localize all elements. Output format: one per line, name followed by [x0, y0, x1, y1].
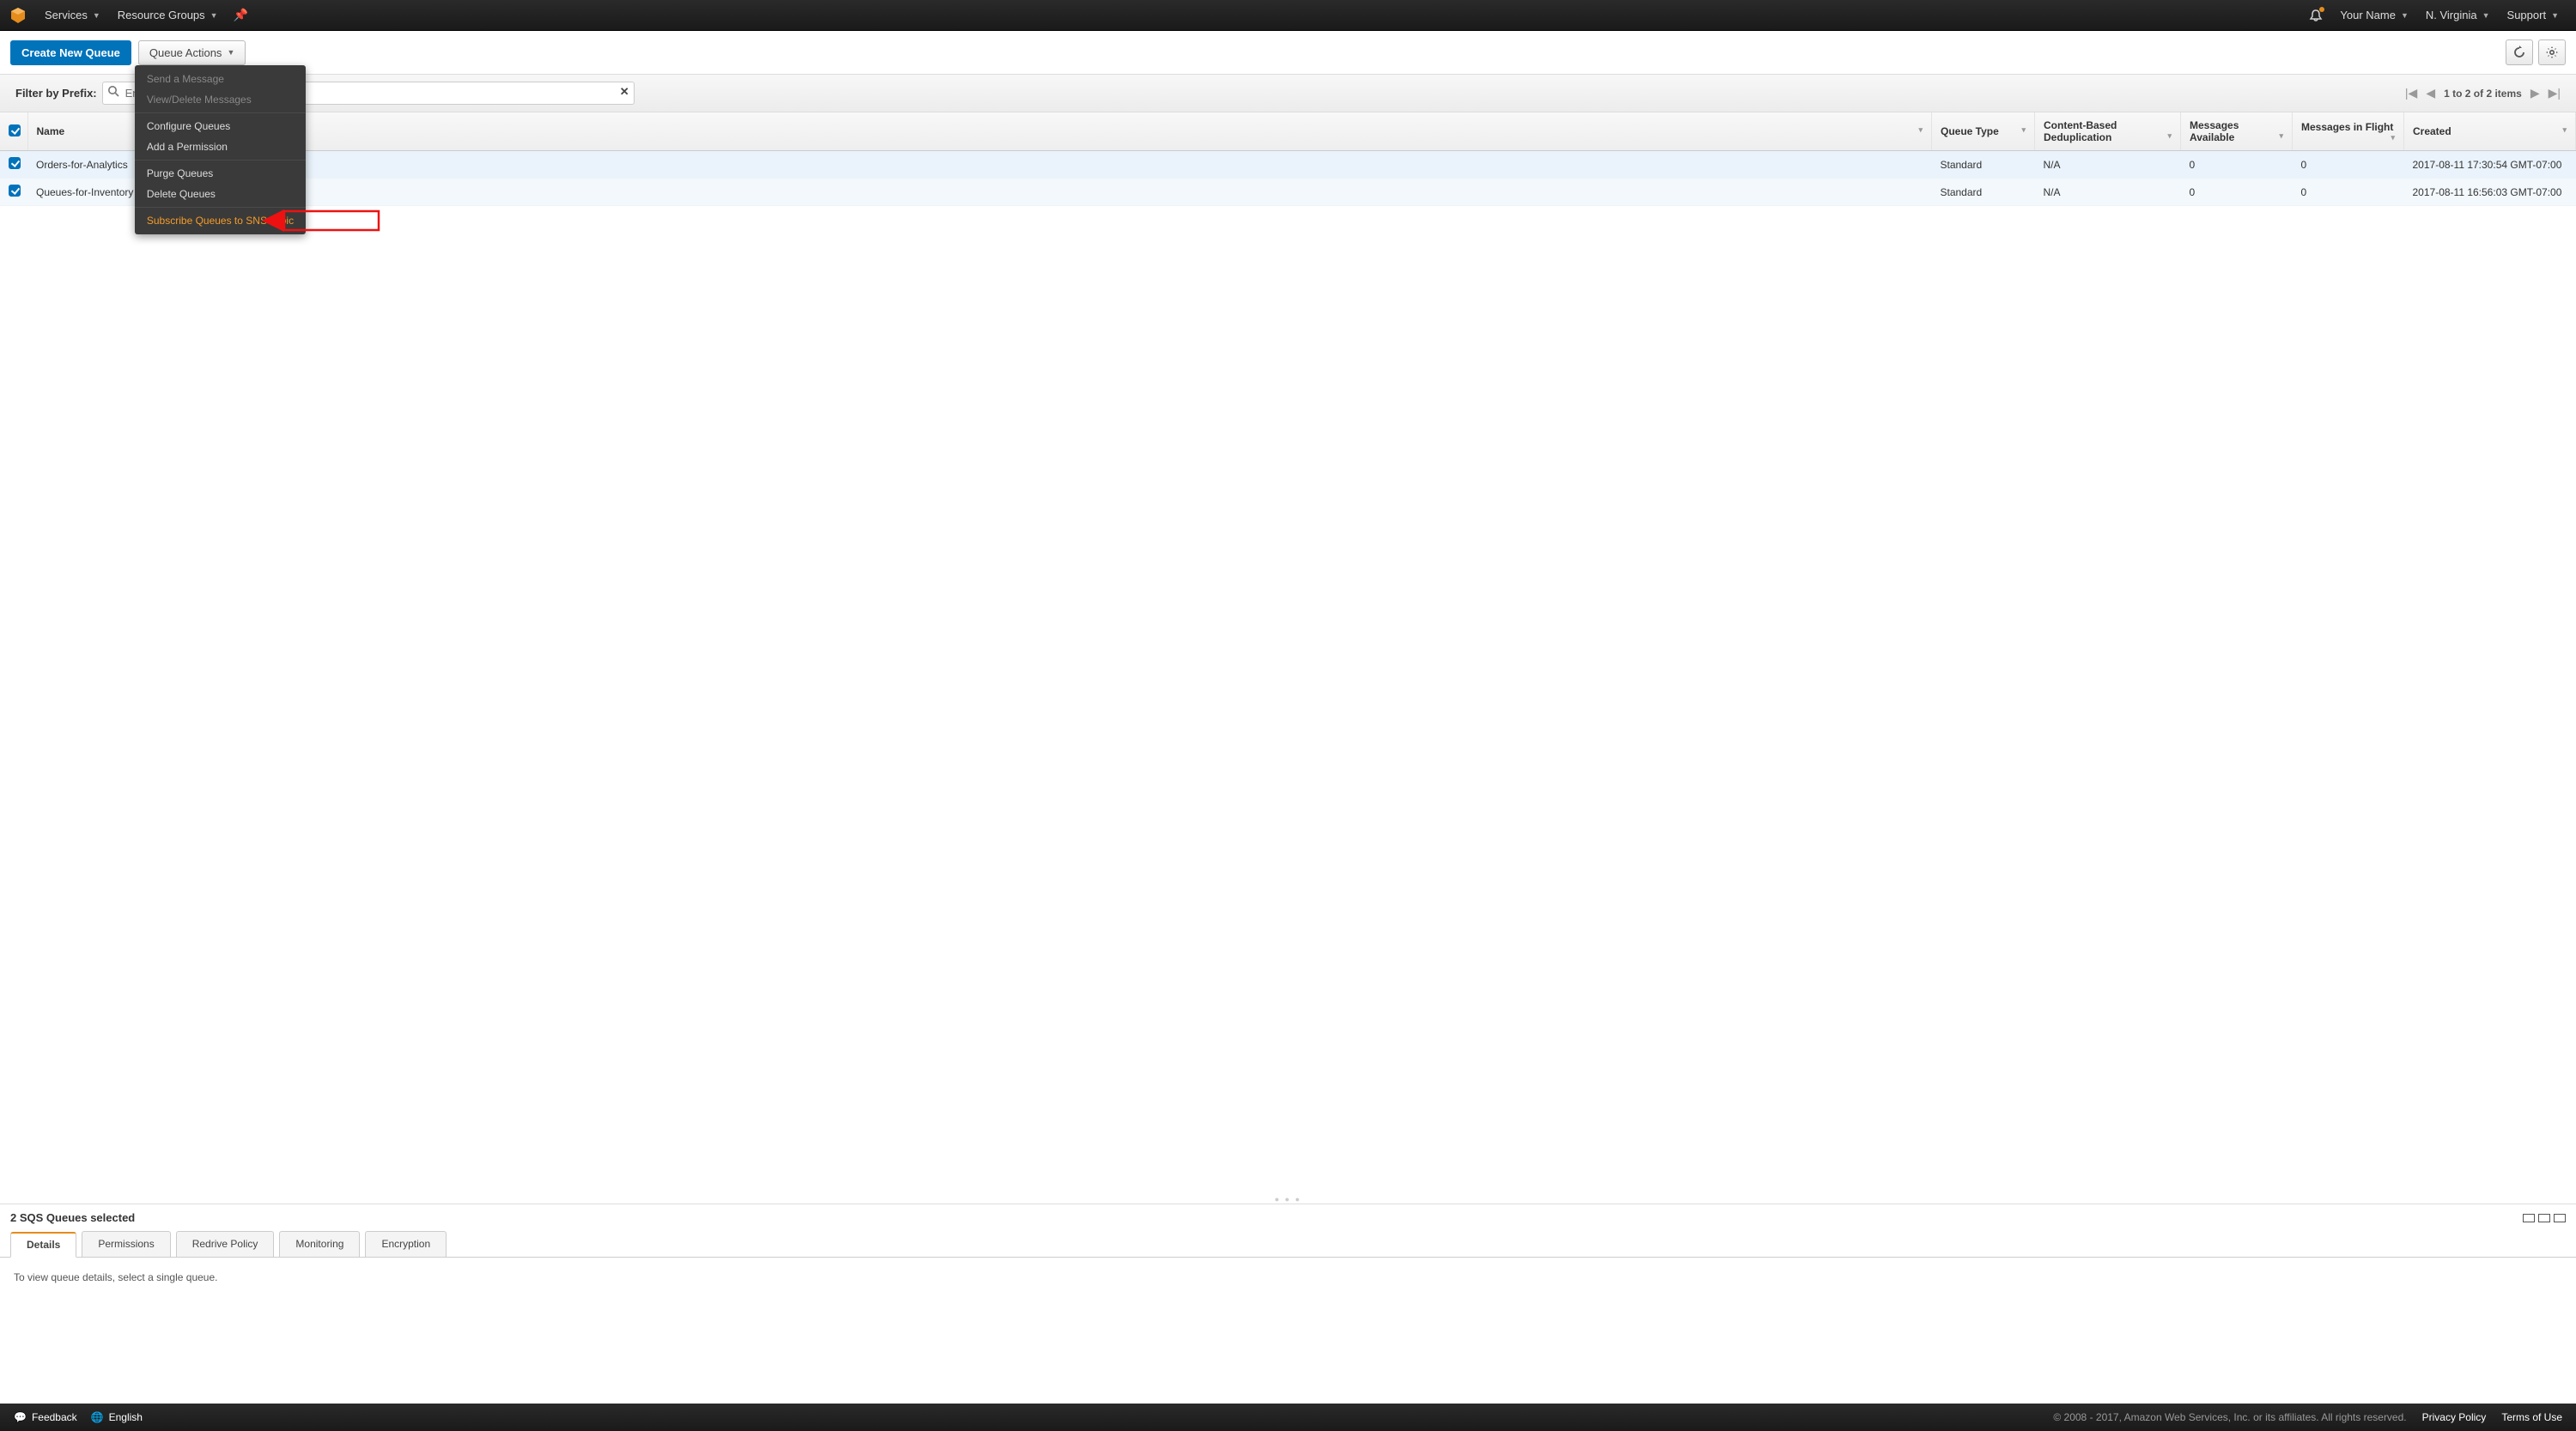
footer: 💬 Feedback 🌐 English © 2008 - 2017, Amaz… — [0, 1404, 2576, 1431]
menu-separator — [135, 160, 306, 161]
selection-count-label: 2 SQS Queues selected — [10, 1211, 135, 1224]
detail-tabs: Details Permissions Redrive Policy Monit… — [0, 1231, 2576, 1258]
cell-dedup: N/A — [2035, 151, 2181, 179]
menu-send-message: Send a Message — [135, 69, 306, 89]
caret-down-icon: ▼ — [210, 11, 218, 20]
toolbar: Create New Queue Queue Actions▼ Send a M… — [0, 31, 2576, 75]
nav-support[interactable]: Support▼ — [2499, 0, 2567, 30]
select-all-checkbox[interactable] — [9, 124, 21, 136]
row-checkbox[interactable] — [9, 157, 21, 169]
queue-actions-menu: Send a Message View/Delete Messages Conf… — [135, 65, 306, 234]
layout-bottom-icon[interactable] — [2523, 1214, 2535, 1222]
globe-icon: 🌐 — [91, 1411, 104, 1423]
cell-avail: 0 — [2181, 151, 2293, 179]
sort-icon: ▾ — [2391, 133, 2395, 142]
cell-created: 2017-08-11 16:56:03 GMT-07:00 — [2404, 179, 2576, 206]
sort-icon: ▾ — [2279, 131, 2283, 141]
page-prev-icon[interactable]: ◀ — [2426, 86, 2435, 100]
sort-icon: ▾ — [2562, 125, 2567, 135]
page-next-icon[interactable]: ▶ — [2530, 86, 2540, 100]
col-header-created[interactable]: Created▾ — [2404, 112, 2576, 151]
cell-type: Standard — [1932, 179, 2035, 206]
tab-encryption[interactable]: Encryption — [365, 1231, 447, 1257]
settings-button[interactable] — [2538, 39, 2566, 65]
caret-down-icon: ▼ — [2401, 11, 2409, 20]
feedback-link[interactable]: Feedback — [32, 1411, 77, 1423]
menu-separator — [135, 207, 306, 208]
menu-purge-queues[interactable]: Purge Queues — [135, 163, 306, 184]
caret-down-icon: ▼ — [2551, 11, 2559, 20]
nav-account[interactable]: Your Name▼ — [2331, 0, 2416, 30]
layout-toggle[interactable] — [2523, 1214, 2566, 1222]
col-header-avail[interactable]: Messages Available▾ — [2181, 112, 2293, 151]
sort-icon: ▾ — [2167, 131, 2172, 141]
menu-subscribe-sns[interactable]: Subscribe Queues to SNS Topic — [135, 210, 306, 231]
detail-header: 2 SQS Queues selected — [0, 1204, 2576, 1224]
create-queue-button[interactable]: Create New Queue — [10, 40, 131, 65]
tab-monitoring[interactable]: Monitoring — [279, 1231, 360, 1257]
global-nav: Services▼ Resource Groups▼ 📌 Your Name▼ … — [0, 0, 2576, 31]
menu-delete-queues[interactable]: Delete Queues — [135, 184, 306, 204]
cell-dedup: N/A — [2035, 179, 2181, 206]
page-first-icon[interactable]: |◀ — [2405, 86, 2417, 100]
filter-label: Filter by Prefix: — [15, 87, 97, 100]
col-header-dedup[interactable]: Content-Based Deduplication▾ — [2035, 112, 2181, 151]
cell-flight: 0 — [2293, 179, 2404, 206]
table-row[interactable]: Orders-for-Analytics Standard N/A 0 0 20… — [0, 151, 2576, 179]
sort-icon: ▾ — [2021, 125, 2026, 135]
menu-view-delete-messages: View/Delete Messages — [135, 89, 306, 110]
layout-split-icon[interactable] — [2538, 1214, 2550, 1222]
pin-icon[interactable]: 📌 — [227, 8, 255, 22]
caret-down-icon: ▼ — [227, 48, 234, 57]
col-header-checkbox[interactable] — [0, 112, 27, 151]
cell-name: Queues-for-Inventory — [27, 179, 1932, 206]
tab-permissions[interactable]: Permissions — [82, 1231, 170, 1257]
table-row[interactable]: Queues-for-Inventory Standard N/A 0 0 20… — [0, 179, 2576, 206]
queue-actions-button[interactable]: Queue Actions▼ — [138, 40, 246, 65]
terms-link[interactable]: Terms of Use — [2501, 1411, 2562, 1423]
privacy-link[interactable]: Privacy Policy — [2422, 1411, 2487, 1423]
tab-redrive[interactable]: Redrive Policy — [176, 1231, 275, 1257]
sort-icon: ▾ — [1918, 125, 1923, 135]
col-header-name[interactable]: Name▾ — [27, 112, 1932, 151]
tab-details[interactable]: Details — [10, 1232, 76, 1258]
search-icon — [107, 85, 119, 100]
cell-type: Standard — [1932, 151, 2035, 179]
queue-table: Name▾ Queue Type▾ Content-Based Deduplic… — [0, 112, 2576, 206]
feedback-icon[interactable]: 💬 — [14, 1411, 27, 1423]
nav-services[interactable]: Services▼ — [36, 0, 109, 30]
queue-table-wrap: Name▾ Queue Type▾ Content-Based Deduplic… — [0, 112, 2576, 1195]
refresh-button[interactable] — [2506, 39, 2533, 65]
nav-resource-groups[interactable]: Resource Groups▼ — [109, 0, 227, 30]
menu-configure-queues[interactable]: Configure Queues — [135, 116, 306, 136]
language-link[interactable]: English — [109, 1411, 143, 1423]
cell-avail: 0 — [2181, 179, 2293, 206]
menu-separator — [135, 112, 306, 113]
col-header-flight[interactable]: Messages in Flight▾ — [2293, 112, 2404, 151]
nav-region[interactable]: N. Virginia▼ — [2417, 0, 2499, 30]
caret-down-icon: ▼ — [93, 11, 100, 20]
cell-flight: 0 — [2293, 151, 2404, 179]
cell-name: Orders-for-Analytics — [27, 151, 1932, 179]
notification-dot — [2319, 7, 2324, 12]
pane-splitter[interactable]: ● ● ● — [0, 1195, 2576, 1204]
copyright-text: © 2008 - 2017, Amazon Web Services, Inc.… — [2053, 1411, 2406, 1423]
caret-down-icon: ▼ — [2482, 11, 2490, 20]
col-header-type[interactable]: Queue Type▾ — [1932, 112, 2035, 151]
filter-bar: Filter by Prefix: ✕ |◀ ◀ 1 to 2 of 2 ite… — [0, 75, 2576, 112]
pagination: |◀ ◀ 1 to 2 of 2 items ▶ ▶| — [2405, 86, 2561, 100]
notifications-icon[interactable] — [2300, 0, 2331, 30]
cell-created: 2017-08-11 17:30:54 GMT-07:00 — [2404, 151, 2576, 179]
aws-logo[interactable] — [9, 6, 27, 25]
detail-body: To view queue details, select a single q… — [0, 1258, 2576, 1404]
layout-full-icon[interactable] — [2554, 1214, 2566, 1222]
page-range-label: 1 to 2 of 2 items — [2444, 88, 2522, 100]
menu-add-permission[interactable]: Add a Permission — [135, 136, 306, 157]
page-last-icon[interactable]: ▶| — [2549, 86, 2561, 100]
row-checkbox[interactable] — [9, 185, 21, 197]
clear-filter-icon[interactable]: ✕ — [620, 85, 629, 99]
